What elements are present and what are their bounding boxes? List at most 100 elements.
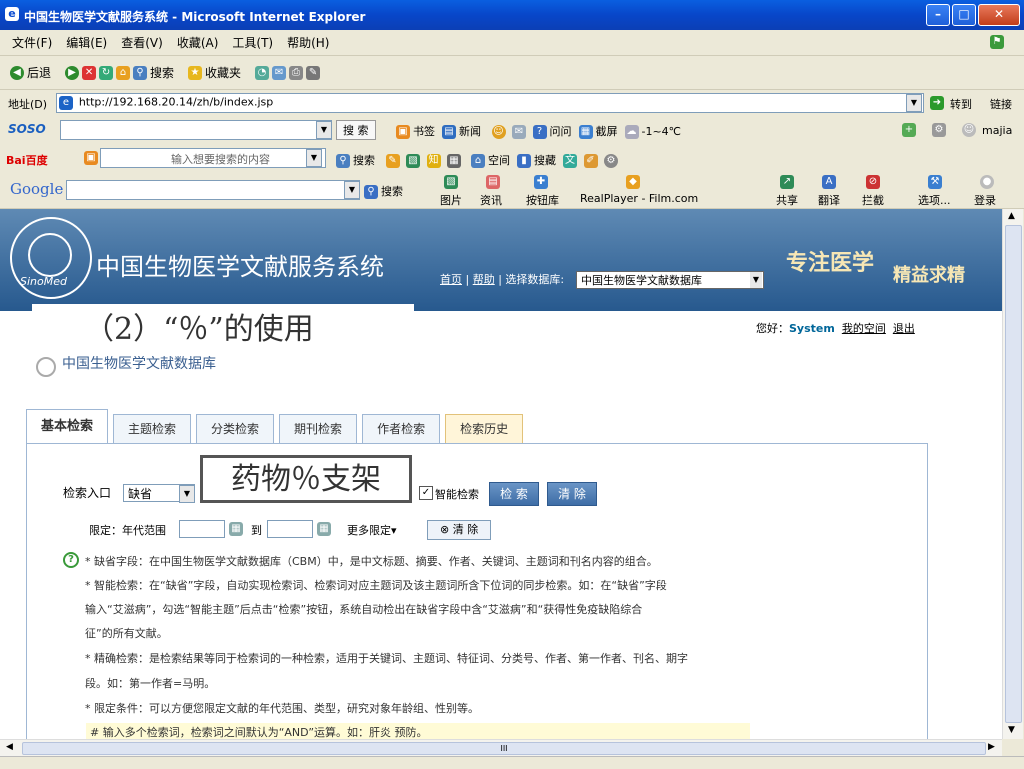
menu-edit[interactable]: 编辑(E) [66,34,107,51]
google-share[interactable]: 共享 [776,192,798,208]
gear-icon[interactable]: ⚙ [932,123,946,137]
search-icon[interactable]: ⚲ [336,154,350,168]
google-dropdown-icon[interactable]: ▼ [344,181,360,199]
google-realplayer[interactable]: RealPlayer - Film.com [580,192,698,205]
pen-icon[interactable]: ✎ [385,154,400,168]
database-select[interactable]: 中国生物医学文献数据库 ▼ [576,271,764,289]
favorites-star-icon[interactable]: ★ [188,65,203,80]
baidu-app-icon[interactable]: ▣ [84,151,98,165]
screenshot-icon[interactable]: ▦ [578,125,593,139]
grid-icon[interactable]: ▦ [447,154,461,168]
stop-icon[interactable]: ✕ [82,65,97,80]
baidu-collect[interactable]: 搜藏 [534,154,556,167]
scroll-up-icon[interactable]: ▲ [1008,211,1015,221]
maximize-button[interactable]: □ [952,4,976,26]
tab-search-history[interactable]: 检索历史 [445,414,524,444]
brush-icon[interactable]: ✐ [583,154,598,168]
back-button[interactable]: 后退 [27,64,51,81]
home-icon[interactable]: ⌂ [116,65,131,80]
address-dropdown-icon[interactable]: ▼ [906,94,922,112]
soso-ask[interactable]: 问问 [550,125,572,138]
soso-username[interactable]: majia [982,124,1012,137]
print-icon[interactable]: ⎙ [289,65,304,80]
menu-help[interactable]: 帮助(H) [287,34,329,51]
news-icon[interactable]: ▤ [442,125,456,139]
address-input[interactable]: e http://192.168.20.14/zh/b/index.jsp [56,93,924,113]
user-icon[interactable]: ☺ [962,123,976,137]
history-icon[interactable]: ◔ [255,65,270,80]
baidu-space[interactable]: 空间 [488,154,510,167]
soso-search-input[interactable] [60,120,332,140]
baidu-search-input[interactable]: 输入想要搜索的内容 [100,148,326,168]
hscroll-thumb[interactable]: III [22,742,986,755]
forward-arrow-icon[interactable]: ▶ [65,65,80,80]
google-info[interactable]: 资讯 [480,192,502,208]
scroll-down-icon[interactable]: ▼ [1008,725,1015,735]
google-login[interactable]: 登录 [974,192,996,208]
google-options[interactable]: 选项... [918,192,951,208]
year-to-input[interactable] [267,520,313,538]
go-arrow-icon[interactable]: ➜ [930,96,944,110]
soso-bookmarks[interactable]: 书签 [413,125,435,138]
more-limits-link[interactable]: 更多限定▾ [347,522,397,538]
scroll-left-icon[interactable]: ◀ [6,742,13,752]
logout-link[interactable]: 退出 [893,322,915,335]
search-button[interactable]: 检 索 [489,482,539,506]
go-button[interactable]: 转到 [950,96,972,112]
search-button[interactable]: 搜索 [150,64,174,81]
menu-favorites[interactable]: 收藏(A) [177,34,219,51]
tab-author-search[interactable]: 作者检索 [362,414,441,444]
scroll-right-icon[interactable]: ▶ [988,742,995,752]
scroll-thumb[interactable] [1005,225,1022,723]
google-search-button[interactable]: 搜索 [381,185,403,198]
google-search-input[interactable] [66,180,360,200]
year-from-input[interactable] [179,520,225,538]
clear-limits-button[interactable]: ⊗ 清 除 [427,520,492,540]
tab-classification-search[interactable]: 分类检索 [196,414,275,444]
bookmark-icon[interactable]: ▣ [396,125,410,139]
favorites-button[interactable]: 收藏夹 [205,64,241,81]
soso-search-button[interactable]: 搜 索 [336,120,376,140]
baidu-search-button[interactable]: 搜索 [353,154,375,167]
refresh-icon[interactable]: ↻ [99,65,114,80]
space-icon[interactable]: ⌂ [471,154,485,168]
translate-icon[interactable]: 文 [563,154,577,168]
calendar-icon[interactable]: ▦ [229,522,243,536]
links-button[interactable]: 链接 [990,96,1012,112]
vertical-scrollbar[interactable]: ▲ ▼ [1002,209,1023,739]
minimize-button[interactable]: – [926,4,950,26]
tab-subject-search[interactable]: 主题检索 [113,414,192,444]
google-images[interactable]: 图片 [440,192,462,208]
home-link[interactable]: 首页 [440,273,462,286]
my-space-link[interactable]: 我的空间 [842,322,886,335]
tab-basic-search[interactable]: 基本检索 [26,409,109,444]
gear-icon[interactable]: ⚙ [604,154,618,168]
tab-journal-search[interactable]: 期刊检索 [279,414,358,444]
soso-dropdown-icon[interactable]: ▼ [316,121,332,139]
clear-button[interactable]: 清 除 [547,482,597,506]
menu-view[interactable]: 查看(V) [121,34,163,51]
close-button[interactable]: ✕ [978,4,1020,26]
back-arrow-icon[interactable]: ◀ [10,65,24,80]
mail-icon[interactable]: ✉ [272,65,287,80]
google-translate[interactable]: 翻译 [818,192,840,208]
entry-dropdown-icon[interactable]: ▼ [179,485,195,503]
horizontal-scrollbar[interactable]: ◀ III ▶ [0,739,1002,757]
question-icon[interactable]: ? [532,125,547,139]
soso-capture[interactable]: 截屏 [596,125,618,138]
know-icon[interactable]: 知 [426,154,441,168]
smart-search-checkbox[interactable]: ✓ [419,486,433,500]
plus-icon[interactable]: + [902,123,916,137]
baidu-dropdown-icon[interactable]: ▼ [306,149,322,167]
smile-icon[interactable]: ☺ [491,125,506,139]
edit-icon[interactable]: ✎ [306,65,321,80]
menu-file[interactable]: 文件(F) [12,34,52,51]
google-search-icon[interactable]: ⚲ [364,185,378,199]
collect-icon[interactable]: ▮ [517,154,531,168]
google-block[interactable]: 拦截 [862,192,884,208]
soso-news[interactable]: 新闻 [459,125,481,138]
google-buttons[interactable]: 按钮库 [526,192,559,208]
mail-icon[interactable]: ✉ [512,125,526,139]
menu-tools[interactable]: 工具(T) [232,34,273,51]
image-icon[interactable]: ▧ [406,154,420,168]
